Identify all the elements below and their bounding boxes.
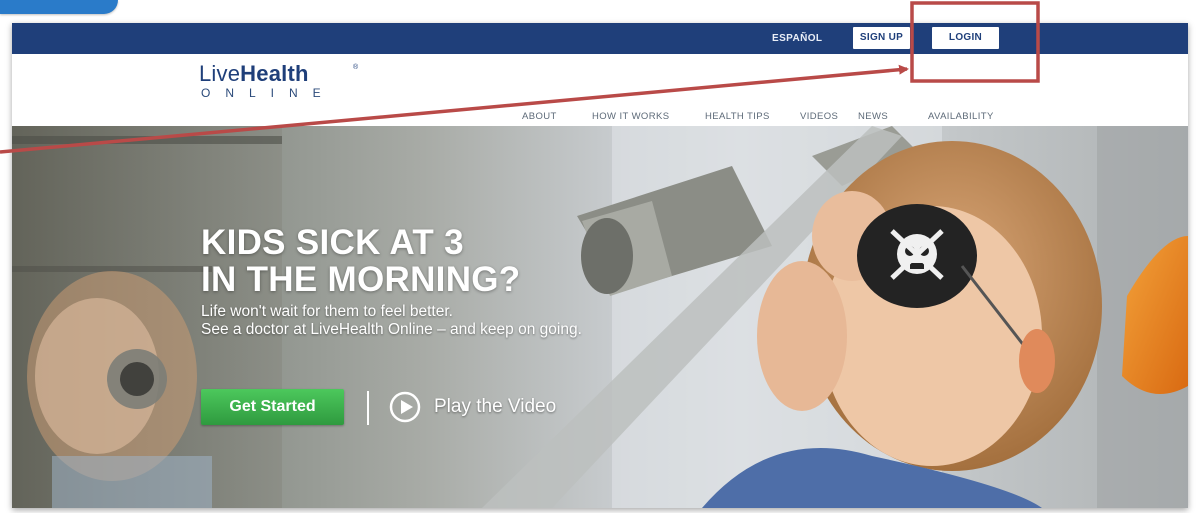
- get-started-button[interactable]: Get Started: [201, 389, 344, 425]
- hero-photo: [12, 126, 1188, 508]
- hero-subline-2: See a doctor at LiveHealth Online – and …: [201, 321, 582, 338]
- corner-tab-decoration: [0, 0, 118, 14]
- nav-item-videos[interactable]: VIDEOS: [800, 111, 838, 122]
- nav-item-news[interactable]: NEWS: [858, 111, 888, 122]
- nav-item-how-it-works[interactable]: HOW IT WORKS: [592, 111, 669, 122]
- logo-live-text: Live: [199, 61, 241, 86]
- hero-banner: KIDS SICK AT 3 IN THE MORNING? Life won'…: [12, 126, 1188, 508]
- hero-headline-line-1: KIDS SICK AT 3: [201, 223, 464, 262]
- nav-item-health-tips[interactable]: HEALTH TIPS: [705, 111, 770, 122]
- logo-wordmark: LiveHealth: [199, 62, 336, 86]
- utility-bar: ESPAÑOL SIGN UP LOGIN: [12, 23, 1188, 54]
- logo-registered-mark: ®: [353, 64, 359, 71]
- hero-headline-line-2: IN THE MORNING?: [201, 260, 521, 299]
- cta-divider: [367, 391, 369, 425]
- hero-subheading: Life won't wait for them to feel better.…: [201, 303, 582, 339]
- play-circle-icon: [389, 391, 421, 423]
- logo-online-text: ONLINE: [201, 86, 336, 100]
- livehealth-logo[interactable]: LiveHealth ONLINE ®: [199, 62, 358, 101]
- sign-up-button[interactable]: SIGN UP: [853, 27, 910, 49]
- nav-item-availability[interactable]: AVAILABILITY: [928, 111, 994, 122]
- play-video-label: Play the Video: [434, 396, 557, 417]
- nav-item-about[interactable]: ABOUT: [522, 111, 557, 122]
- login-button[interactable]: LOGIN: [932, 27, 999, 49]
- main-nav-bar: LiveHealth ONLINE ® ABOUT HOW IT WORKS H…: [12, 54, 1188, 126]
- website-frame: ESPAÑOL SIGN UP LOGIN LiveHealth ONLINE …: [12, 23, 1188, 508]
- hero-subline-1: Life won't wait for them to feel better.: [201, 303, 453, 320]
- hero-text-block: KIDS SICK AT 3 IN THE MORNING? Life won'…: [201, 224, 582, 339]
- logo-health-text: Health: [240, 61, 309, 86]
- hero-headline: KIDS SICK AT 3 IN THE MORNING?: [201, 224, 582, 298]
- espanol-link[interactable]: ESPAÑOL: [772, 23, 822, 54]
